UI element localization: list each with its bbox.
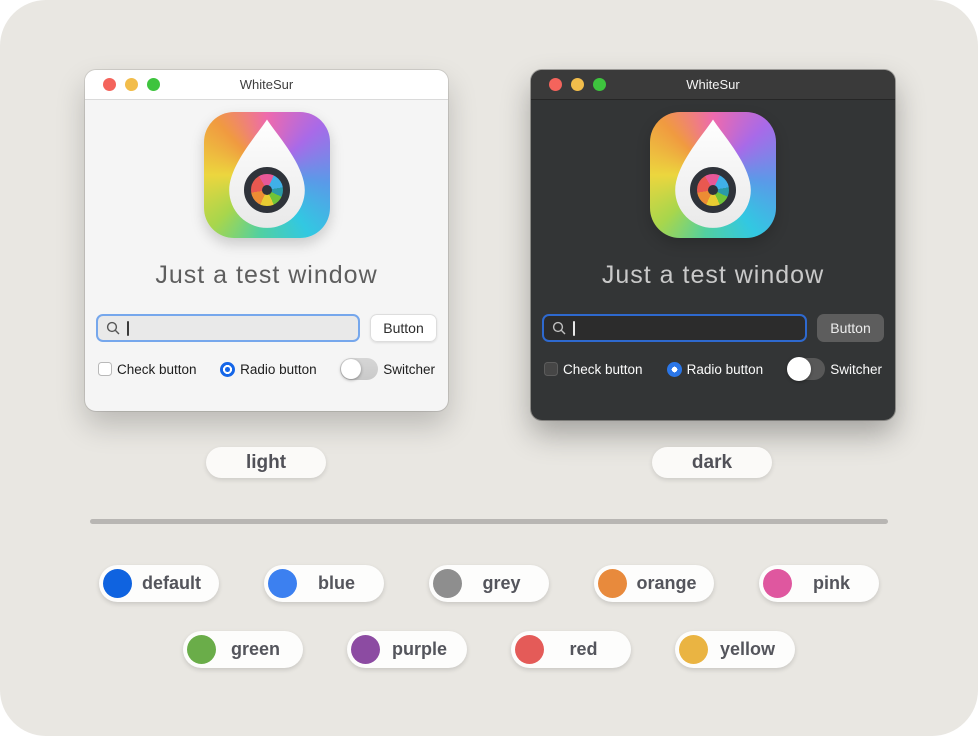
color-wheel-icon bbox=[690, 167, 736, 213]
switch-label: Switcher bbox=[383, 362, 435, 377]
swatch-label: yellow bbox=[716, 639, 779, 660]
checkbox-label: Check button bbox=[563, 362, 643, 377]
swatch-label: green bbox=[224, 639, 287, 660]
color-wheel-icon bbox=[244, 167, 290, 213]
window-dark: WhiteSur Just a test window B bbox=[531, 70, 895, 420]
entry-row: Button bbox=[96, 314, 437, 342]
checkbox-label: Check button bbox=[117, 362, 197, 377]
search-icon bbox=[552, 321, 566, 335]
check-control: Check button bbox=[544, 362, 643, 377]
controls-row: Check button Radio button Switcher bbox=[542, 358, 884, 380]
caption-dark: dark bbox=[652, 447, 772, 478]
swatch-purple[interactable]: purple bbox=[347, 631, 467, 668]
swatch-default[interactable]: default bbox=[99, 565, 219, 602]
color-dot bbox=[763, 569, 792, 598]
switch-label: Switcher bbox=[830, 362, 882, 377]
window-heading: Just a test window bbox=[602, 261, 824, 290]
app-icon bbox=[650, 112, 776, 238]
radio-control: Radio button bbox=[220, 362, 317, 377]
entry-row: Button bbox=[542, 314, 884, 342]
checkbox[interactable] bbox=[98, 362, 112, 376]
window-title: WhiteSur bbox=[531, 77, 895, 92]
color-dot bbox=[187, 635, 216, 664]
swatch-pink[interactable]: pink bbox=[759, 565, 879, 602]
window-body-light: Just a test window Button Check button bbox=[85, 100, 448, 380]
radio-button[interactable] bbox=[220, 362, 235, 377]
swatch-label: orange bbox=[635, 573, 698, 594]
window-light: WhiteSur Just a test window bbox=[85, 70, 448, 411]
switch-control: Switcher bbox=[787, 358, 882, 380]
swatch-green[interactable]: green bbox=[183, 631, 303, 668]
color-dot bbox=[103, 569, 132, 598]
switch-control: Switcher bbox=[340, 358, 435, 380]
caption-light: light bbox=[206, 447, 326, 478]
radio-label: Radio button bbox=[687, 362, 764, 377]
search-icon bbox=[106, 321, 120, 335]
checkbox[interactable] bbox=[544, 362, 558, 376]
switch-toggle[interactable] bbox=[340, 358, 378, 380]
search-input[interactable] bbox=[96, 314, 360, 342]
radio-button[interactable] bbox=[667, 362, 682, 377]
text-cursor bbox=[127, 321, 129, 336]
text-cursor bbox=[573, 321, 575, 336]
color-dot bbox=[598, 569, 627, 598]
swatch-row-2: green purple red yellow bbox=[0, 631, 978, 668]
switch-knob bbox=[787, 357, 811, 381]
test-button[interactable]: Button bbox=[817, 314, 884, 342]
theme-preview-canvas: WhiteSur Just a test window bbox=[0, 0, 978, 736]
radio-control: Radio button bbox=[667, 362, 764, 377]
swatch-label: default bbox=[140, 573, 203, 594]
divider bbox=[90, 519, 888, 524]
titlebar-dark: WhiteSur bbox=[531, 70, 895, 100]
titlebar-light: WhiteSur bbox=[85, 70, 448, 100]
swatch-label: purple bbox=[388, 639, 451, 660]
color-dot bbox=[433, 569, 462, 598]
color-dot bbox=[351, 635, 380, 664]
check-control: Check button bbox=[98, 362, 197, 377]
swatch-grey[interactable]: grey bbox=[429, 565, 549, 602]
controls-row: Check button Radio button Switcher bbox=[96, 358, 437, 380]
color-dot bbox=[268, 569, 297, 598]
swatch-yellow[interactable]: yellow bbox=[675, 631, 795, 668]
search-input[interactable] bbox=[542, 314, 807, 342]
window-title: WhiteSur bbox=[85, 77, 448, 92]
swatch-orange[interactable]: orange bbox=[594, 565, 714, 602]
swatch-label: blue bbox=[305, 573, 368, 594]
window-heading: Just a test window bbox=[155, 261, 377, 290]
swatch-red[interactable]: red bbox=[511, 631, 631, 668]
swatch-label: grey bbox=[470, 573, 533, 594]
swatch-blue[interactable]: blue bbox=[264, 565, 384, 602]
switch-toggle[interactable] bbox=[787, 358, 825, 380]
color-dot bbox=[515, 635, 544, 664]
test-button[interactable]: Button bbox=[370, 314, 437, 342]
swatch-label: red bbox=[552, 639, 615, 660]
window-body-dark: Just a test window Button Check button bbox=[531, 100, 895, 380]
switch-knob bbox=[341, 359, 361, 379]
swatch-label: pink bbox=[800, 573, 863, 594]
swatch-row-1: default blue grey orange pink bbox=[0, 565, 978, 602]
app-icon bbox=[204, 112, 330, 238]
radio-label: Radio button bbox=[240, 362, 317, 377]
color-dot bbox=[679, 635, 708, 664]
